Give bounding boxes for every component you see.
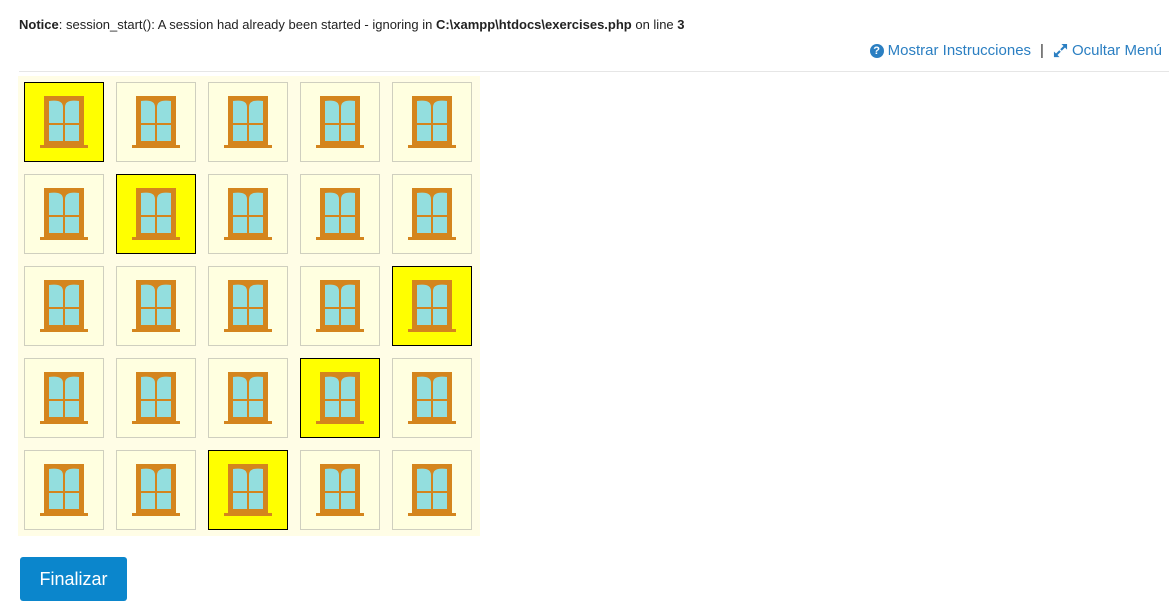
window-icon bbox=[316, 96, 364, 148]
grid-cell[interactable] bbox=[116, 450, 196, 530]
window-icon bbox=[40, 464, 88, 516]
grid-cell[interactable] bbox=[24, 266, 104, 346]
grid-cell[interactable] bbox=[300, 450, 380, 530]
hide-menu-link[interactable]: Ocultar Menú bbox=[1053, 42, 1162, 59]
top-links: ? Mostrar Instrucciones | Ocultar Menú bbox=[869, 42, 1162, 59]
notice-line: 3 bbox=[677, 17, 685, 32]
grid-cell[interactable] bbox=[208, 266, 288, 346]
grid-cell[interactable] bbox=[24, 174, 104, 254]
grid-cell[interactable] bbox=[24, 450, 104, 530]
grid-cell[interactable] bbox=[208, 82, 288, 162]
grid-cell[interactable] bbox=[24, 358, 104, 438]
grid-cell[interactable] bbox=[208, 358, 288, 438]
question-circle-icon: ? bbox=[869, 43, 884, 58]
links-separator: | bbox=[1040, 42, 1044, 59]
expand-icon bbox=[1053, 43, 1068, 58]
window-icon bbox=[316, 188, 364, 240]
window-grid bbox=[18, 76, 480, 536]
grid-cell[interactable] bbox=[392, 450, 472, 530]
window-icon bbox=[408, 280, 456, 332]
notice-message-before: : session_start(): A session had already… bbox=[58, 17, 436, 32]
grid-cell[interactable] bbox=[392, 358, 472, 438]
grid-cell[interactable] bbox=[116, 174, 196, 254]
window-icon bbox=[408, 464, 456, 516]
grid-cell[interactable] bbox=[392, 82, 472, 162]
grid-cell[interactable] bbox=[116, 266, 196, 346]
notice-file: C:\xampp\htdocs\exercises.php bbox=[435, 17, 632, 32]
window-icon bbox=[132, 96, 180, 148]
grid-cell[interactable] bbox=[392, 266, 472, 346]
grid-cell[interactable] bbox=[300, 82, 380, 162]
window-icon bbox=[316, 372, 364, 424]
finish-button[interactable]: Finalizar bbox=[20, 557, 127, 601]
notice-message-middle: on line bbox=[631, 17, 678, 32]
grid-cell[interactable] bbox=[24, 82, 104, 162]
php-notice: Notice: session_start(): A session had a… bbox=[19, 17, 685, 32]
window-icon bbox=[408, 188, 456, 240]
window-icon bbox=[132, 464, 180, 516]
window-icon bbox=[408, 372, 456, 424]
window-icon bbox=[40, 280, 88, 332]
show-instructions-label: Mostrar Instrucciones bbox=[887, 42, 1032, 59]
window-icon bbox=[224, 280, 272, 332]
window-icon bbox=[316, 280, 364, 332]
grid-cell[interactable] bbox=[300, 174, 380, 254]
header-divider bbox=[19, 71, 1169, 72]
grid-cell[interactable] bbox=[392, 174, 472, 254]
window-icon bbox=[132, 372, 180, 424]
notice-label: Notice bbox=[19, 17, 59, 32]
grid-cell[interactable] bbox=[116, 82, 196, 162]
window-icon bbox=[224, 96, 272, 148]
window-icon bbox=[40, 372, 88, 424]
window-icon bbox=[132, 188, 180, 240]
window-icon bbox=[40, 96, 88, 148]
window-icon bbox=[408, 96, 456, 148]
grid-cell[interactable] bbox=[116, 358, 196, 438]
window-icon bbox=[224, 464, 272, 516]
hide-menu-label: Ocultar Menú bbox=[1071, 42, 1162, 59]
grid-cell[interactable] bbox=[300, 358, 380, 438]
window-icon bbox=[40, 188, 88, 240]
window-icon bbox=[224, 188, 272, 240]
window-icon bbox=[132, 280, 180, 332]
grid-cell[interactable] bbox=[208, 174, 288, 254]
show-instructions-link[interactable]: ? Mostrar Instrucciones bbox=[869, 42, 1032, 59]
grid-cell[interactable] bbox=[300, 266, 380, 346]
window-icon bbox=[224, 372, 272, 424]
window-icon bbox=[316, 464, 364, 516]
grid-cell[interactable] bbox=[208, 450, 288, 530]
